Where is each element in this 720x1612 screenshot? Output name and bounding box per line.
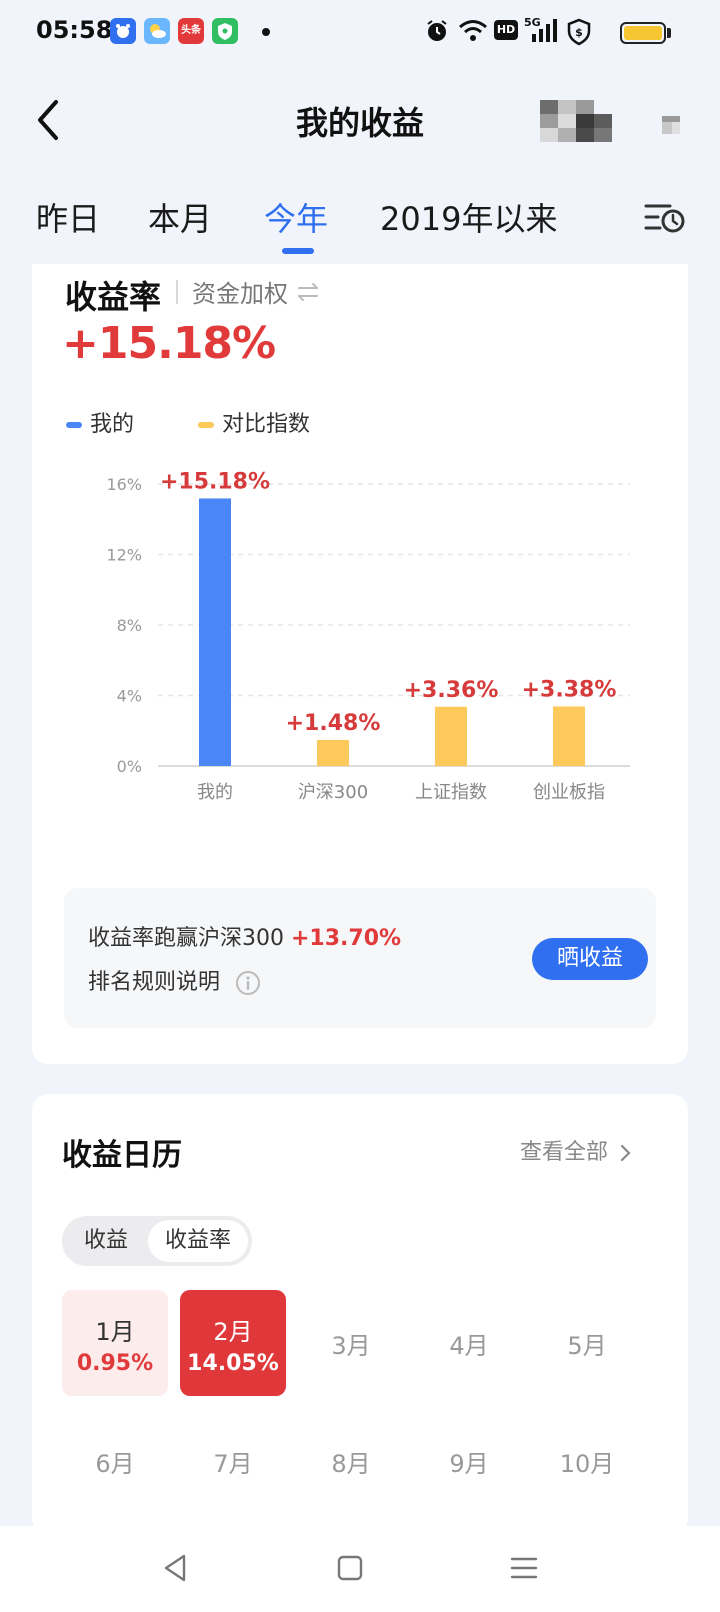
info-icon[interactable] bbox=[235, 970, 261, 996]
month-tile[interactable]: 4月 bbox=[416, 1290, 522, 1396]
toutiao-app-icon: 头条 bbox=[178, 18, 204, 44]
ranking-rules-label: 排名规则说明 bbox=[88, 970, 221, 995]
security-app-icon bbox=[212, 18, 238, 44]
x-category-label: 沪深300 bbox=[298, 782, 368, 803]
status-bar: 05:58 头条 HD 5G $ bbox=[0, 0, 720, 64]
x-category-label: 上证指数 bbox=[415, 782, 487, 803]
view-all-link[interactable]: 查看全部 bbox=[520, 1134, 633, 1166]
hd-icon: HD bbox=[494, 20, 518, 40]
month-name: 3月 bbox=[331, 1332, 371, 1360]
month-tile[interactable]: 3月 bbox=[298, 1290, 404, 1396]
month-name: 8月 bbox=[331, 1450, 371, 1478]
status-time: 05:58 bbox=[36, 16, 113, 44]
month-name: 9月 bbox=[449, 1450, 489, 1478]
back-triangle-icon[interactable] bbox=[160, 1552, 192, 1584]
y-tick-label: 0% bbox=[117, 757, 142, 776]
month-tile[interactable]: 9月 bbox=[416, 1408, 522, 1514]
y-tick-label: 4% bbox=[117, 687, 142, 706]
baidu-app-icon bbox=[110, 18, 136, 44]
rate-value: +15.18% bbox=[62, 318, 276, 369]
tab-this-year[interactable]: 今年 bbox=[264, 194, 328, 240]
tab-since-2019[interactable]: 2019年以来 bbox=[380, 194, 557, 240]
notification-dot bbox=[262, 28, 270, 36]
x-category-label: 创业板指 bbox=[533, 782, 605, 803]
bar-3 bbox=[553, 706, 585, 766]
outperform-diff: +13.70% bbox=[291, 926, 402, 951]
month-tile[interactable]: 10月 bbox=[534, 1408, 640, 1514]
month-tile[interactable]: 2月 14.05% bbox=[180, 1290, 286, 1396]
toggle-earnings[interactable]: 收益 bbox=[68, 1220, 144, 1262]
active-tab-indicator bbox=[282, 248, 314, 254]
legend-label-mine: 我的 bbox=[90, 412, 135, 437]
bar-2 bbox=[435, 706, 467, 766]
compare-box: 收益率跑赢沪深300 +13.70% 排名规则说明 晒收益 bbox=[64, 888, 656, 1028]
wifi-icon bbox=[459, 20, 487, 41]
weather-app-icon bbox=[144, 18, 170, 44]
svg-text:$: $ bbox=[575, 26, 583, 39]
menu-lines-icon[interactable] bbox=[508, 1552, 540, 1584]
y-tick-label: 16% bbox=[106, 475, 142, 494]
tab-yesterday[interactable]: 昨日 bbox=[36, 194, 100, 240]
shield-dollar-icon: $ bbox=[567, 18, 591, 46]
rate-method-toggle[interactable]: 资金加权 bbox=[192, 274, 288, 309]
rate-title: 收益率 bbox=[65, 278, 162, 316]
month-name: 6月 bbox=[95, 1450, 135, 1478]
network-type-label: 5G bbox=[524, 16, 541, 29]
outperform-text: 收益率跑赢沪深300 +13.70% bbox=[88, 920, 401, 952]
month-name: 4月 bbox=[449, 1332, 489, 1360]
alarm-icon bbox=[427, 20, 447, 41]
swap-icon[interactable] bbox=[296, 280, 320, 304]
month-return-value: 14.05% bbox=[187, 1351, 279, 1376]
month-name: 1月 bbox=[95, 1318, 135, 1346]
divider bbox=[176, 280, 178, 304]
bar-value-label: +15.18% bbox=[160, 469, 270, 494]
calendar-title: 收益日历 bbox=[62, 1138, 182, 1173]
bar-value-label: +3.38% bbox=[522, 677, 617, 702]
chevron-right-icon bbox=[620, 1144, 631, 1162]
tab-this-month[interactable]: 本月 bbox=[148, 194, 212, 240]
x-category-label: 我的 bbox=[197, 782, 233, 803]
outperform-label: 收益率跑赢沪深300 bbox=[88, 926, 284, 951]
legend-swatch-index bbox=[198, 422, 214, 428]
period-tabs: 昨日 本月 今年 2019年以来 bbox=[0, 190, 720, 260]
blurred-avatar[interactable] bbox=[540, 100, 614, 142]
bar-value-label: +3.36% bbox=[404, 678, 499, 703]
bar-0 bbox=[199, 498, 231, 766]
month-name: 2月 bbox=[213, 1318, 253, 1346]
ranking-rules-link[interactable]: 排名规则说明 bbox=[88, 964, 261, 996]
bar-value-label: +1.48% bbox=[286, 711, 381, 736]
month-name: 10月 bbox=[559, 1450, 615, 1478]
month-tile[interactable]: 7月 bbox=[180, 1408, 286, 1514]
signal-5g-icon: 5G bbox=[524, 16, 560, 46]
bar-1 bbox=[317, 739, 349, 766]
return-comparison-bar-chart: 0% 4% 8% 12% 16% +15.18% 我的 +1.48% 沪深300 +3.36% 上证… bbox=[106, 469, 630, 803]
month-name: 7月 bbox=[213, 1450, 253, 1478]
share-earnings-button[interactable]: 晒收益 bbox=[532, 938, 648, 980]
return-rate-card: 收益率 资金加权 +15.18% 我的 对比指数 0% 4% 8% 12% 16% +15… bbox=[32, 264, 688, 1064]
month-tile[interactable]: 8月 bbox=[298, 1408, 404, 1514]
month-name: 5月 bbox=[567, 1332, 607, 1360]
blurred-menu-icon[interactable] bbox=[660, 110, 682, 138]
calendar-mode-toggle: 收益 收益率 bbox=[62, 1216, 252, 1266]
y-tick-label: 8% bbox=[117, 616, 142, 635]
month-tile[interactable]: 1月 0.95% bbox=[62, 1290, 168, 1396]
system-nav-bar bbox=[0, 1526, 720, 1612]
history-filter-icon[interactable] bbox=[644, 200, 686, 234]
month-tile[interactable]: 6月 bbox=[62, 1408, 168, 1514]
y-tick-label: 12% bbox=[106, 546, 142, 565]
legend-mine: 我的 bbox=[66, 406, 134, 438]
month-tile[interactable]: 5月 bbox=[534, 1290, 640, 1396]
legend-swatch-mine bbox=[66, 422, 82, 428]
battery-icon bbox=[620, 22, 666, 44]
earnings-calendar-card: 收益日历 查看全部 收益 收益率 1月 0.95% 2月 14.05% 3月 4月 5月 6月… bbox=[32, 1094, 688, 1534]
view-all-label: 查看全部 bbox=[520, 1140, 609, 1165]
home-square-icon[interactable] bbox=[334, 1552, 366, 1584]
legend-index: 对比指数 bbox=[198, 406, 310, 438]
legend-label-index: 对比指数 bbox=[222, 412, 311, 437]
month-return-value: 0.95% bbox=[76, 1351, 154, 1376]
toggle-rate[interactable]: 收益率 bbox=[148, 1220, 248, 1262]
